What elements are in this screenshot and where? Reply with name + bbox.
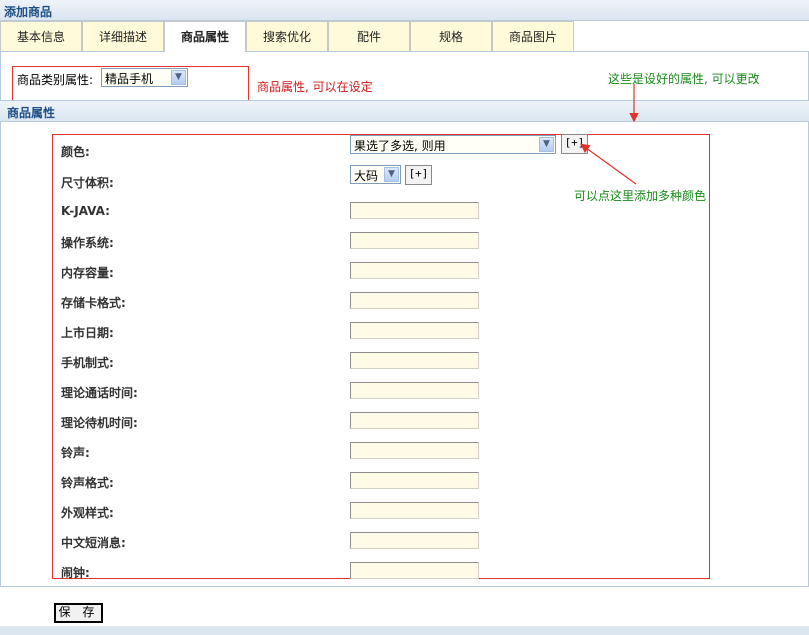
attr-input-sms[interactable] <box>350 532 479 549</box>
attr-label-ringtone-format: 铃声格式: <box>61 476 114 490</box>
attr-input-network[interactable] <box>350 352 479 369</box>
attr-label-memory: 内存容量: <box>61 266 114 280</box>
panel-bottom-border <box>0 586 809 587</box>
attr-input-release-date[interactable] <box>350 322 479 339</box>
attr-input-memory[interactable] <box>350 262 479 279</box>
attr-input-ringtone-format[interactable] <box>350 472 479 489</box>
attr-label-standby-time: 理论待机时间: <box>61 416 138 430</box>
attr-label-appearance: 外观样式: <box>61 506 114 520</box>
arrow-add-color <box>580 143 637 185</box>
attr-label-os: 操作系统: <box>61 236 114 250</box>
attr-input-alarm[interactable] <box>350 562 479 579</box>
attr-label-k-java: K-JAVA: <box>61 204 110 218</box>
attr-input-os[interactable] <box>350 232 479 249</box>
attr-input-card-format[interactable] <box>350 292 479 309</box>
attr-label-ringtone: 铃声: <box>61 446 90 460</box>
attr-label-network: 手机制式: <box>61 356 114 370</box>
footer-bar <box>0 626 809 635</box>
attr-label-sms: 中文短消息: <box>61 536 126 550</box>
attr-label-talk-time: 理论通话时间: <box>61 386 138 400</box>
attr-input-ringtone[interactable] <box>350 442 479 459</box>
attr-input-standby-time[interactable] <box>350 412 479 429</box>
attr-label-alarm: 闹钟: <box>61 566 90 580</box>
attr-input-appearance[interactable] <box>350 502 479 519</box>
attr-label-card-format: 存储卡格式: <box>61 296 126 310</box>
attr-label-release-date: 上市日期: <box>61 326 114 340</box>
attr-input-talk-time[interactable] <box>350 382 479 399</box>
save-button[interactable]: 保 存 <box>54 603 103 623</box>
attr-input-k-java[interactable] <box>350 202 479 219</box>
